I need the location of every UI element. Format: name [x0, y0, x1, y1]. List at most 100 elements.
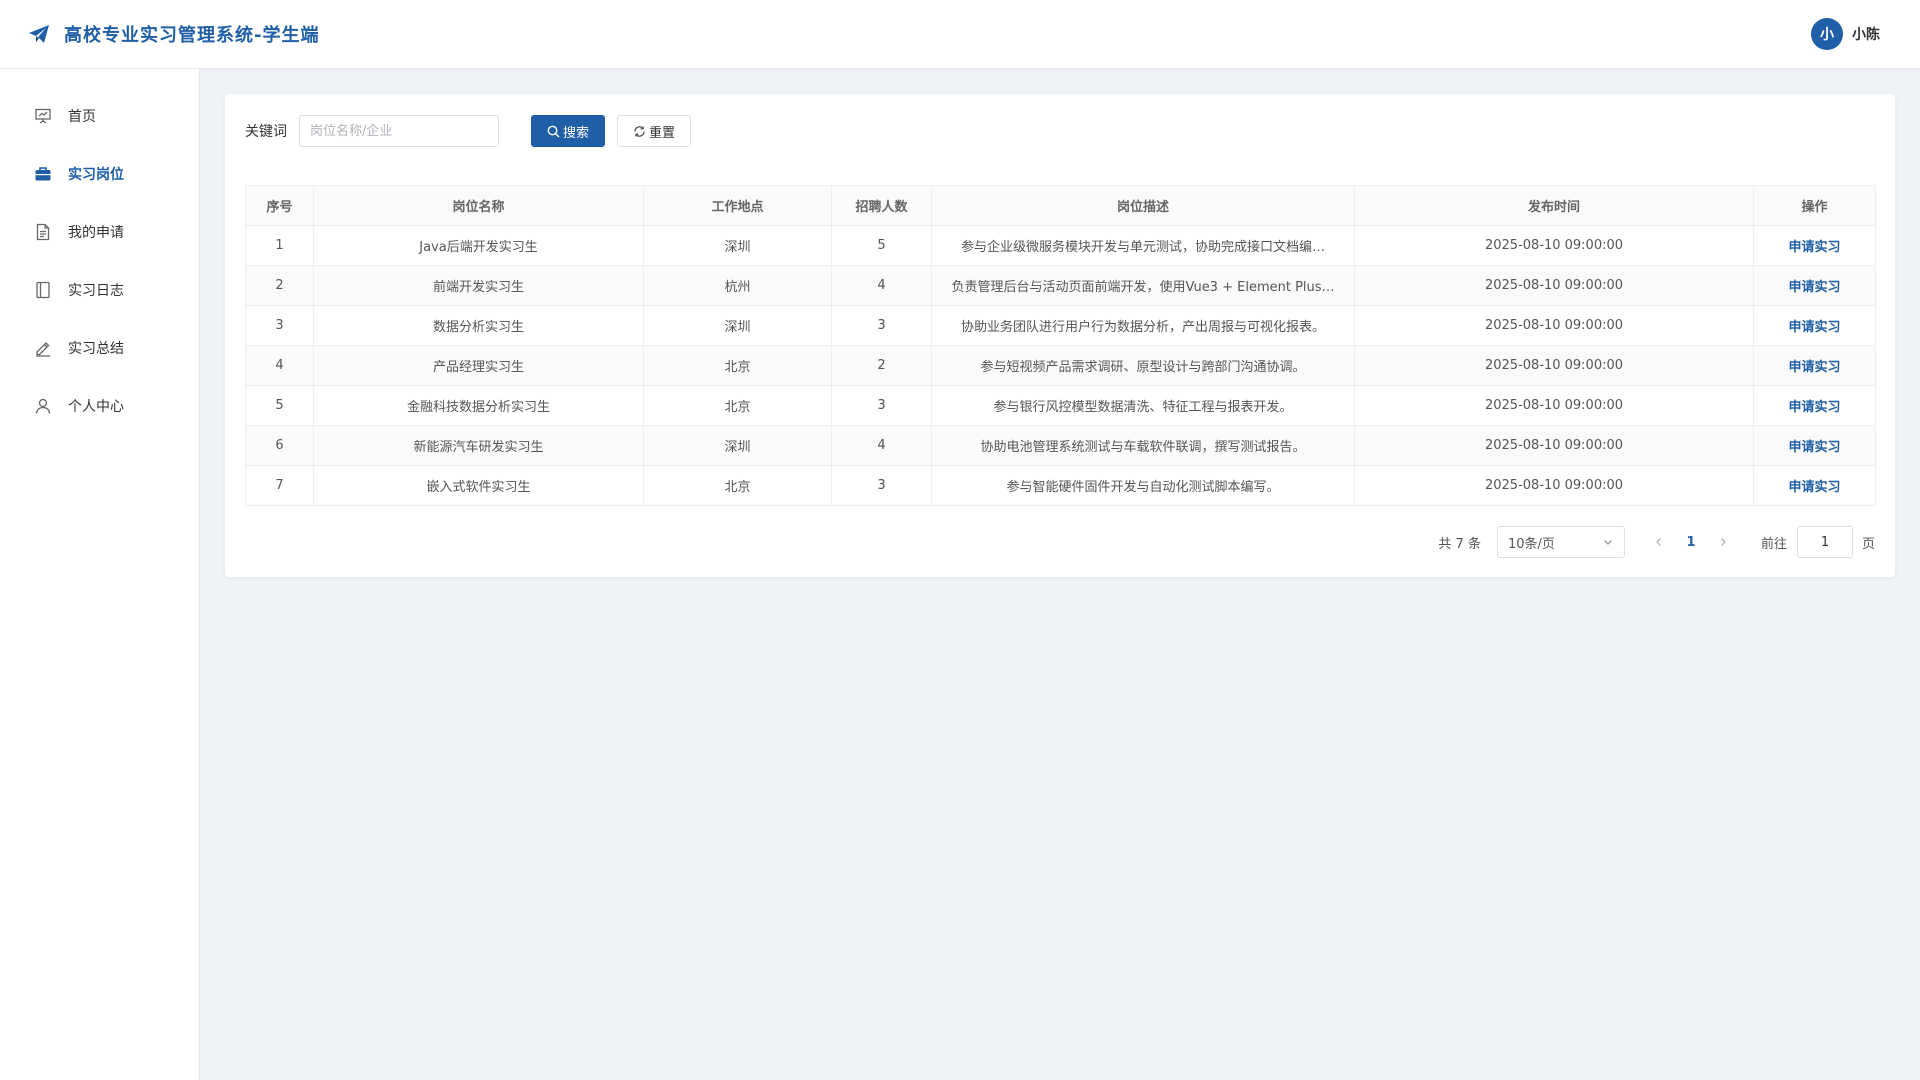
column-header: 工作地点: [643, 185, 832, 226]
next-page-button[interactable]: [1709, 528, 1737, 556]
cell-count: 3: [831, 385, 932, 426]
cell-action: 申请实习: [1753, 465, 1876, 506]
refresh-icon: [634, 125, 645, 137]
column-header: 操作: [1753, 185, 1876, 226]
apply-link[interactable]: 申请实习: [1788, 400, 1840, 415]
sidebar-item-label: 实习总结: [68, 341, 124, 357]
cell-action: 申请实习: [1753, 425, 1876, 466]
cell-count: 4: [831, 425, 932, 466]
cell-time: 2025-08-10 09:00:00: [1354, 345, 1754, 386]
positions-table: 序号 岗位名称 工作地点 招聘人数 岗位描述 发布时间 操作 1 Java后端开…: [245, 185, 1876, 506]
cell-location: 北京: [643, 385, 832, 426]
cell-count: 2: [831, 345, 932, 386]
search-button-label: 搜索: [562, 125, 589, 141]
sidebar: 首页 实习岗位 我的申请 实习日志 实习总结 个人中心: [0, 69, 200, 1080]
cell-name: 新能源汽车研发实习生: [313, 425, 644, 466]
avatar[interactable]: 小: [1811, 18, 1843, 50]
top-header: 高校专业实习管理系统-学生端 小 小陈: [0, 0, 1920, 69]
search-icon: [547, 125, 560, 137]
apply-link[interactable]: 申请实习: [1788, 360, 1840, 375]
cell-count: 5: [831, 225, 932, 266]
cell-no: 6: [245, 425, 314, 466]
cell-time: 2025-08-10 09:00:00: [1354, 465, 1754, 506]
sidebar-item-label: 首页: [68, 109, 96, 125]
keyword-label: 关键词: [245, 124, 287, 140]
cell-name: 数据分析实习生: [313, 305, 644, 346]
cell-name: 前端开发实习生: [313, 265, 644, 306]
apply-link[interactable]: 申请实习: [1788, 320, 1840, 335]
column-header: 发布时间: [1354, 185, 1754, 226]
app-title: 高校专业实习管理系统-学生端: [64, 25, 320, 46]
apply-link[interactable]: 申请实习: [1788, 480, 1840, 495]
cell-location: 深圳: [643, 225, 832, 266]
paper-plane-icon: [26, 21, 52, 47]
table-row: 6 新能源汽车研发实习生 深圳 4 协助电池管理系统测试与车载软件联调，撰写测试…: [245, 425, 1876, 466]
reset-button[interactable]: 重置: [617, 115, 691, 147]
apply-link[interactable]: 申请实习: [1788, 280, 1840, 295]
cell-desc: 协助电池管理系统测试与车载软件联调，撰写测试报告。: [931, 425, 1355, 466]
cell-location: 深圳: [643, 305, 832, 346]
user-name[interactable]: 小陈: [1852, 24, 1880, 44]
cell-no: 4: [245, 345, 314, 386]
cell-name: Java后端开发实习生: [313, 225, 644, 266]
table-row: 1 Java后端开发实习生 深圳 5 参与企业级微服务模块开发与单元测试，协助完…: [245, 225, 1876, 266]
chevron-right-icon: [1721, 538, 1726, 546]
cell-time: 2025-08-10 09:00:00: [1354, 305, 1754, 346]
search-input[interactable]: [299, 115, 499, 147]
cell-action: 申请实习: [1753, 305, 1876, 346]
cell-no: 3: [245, 305, 314, 346]
page-size-select[interactable]: 10条/页: [1496, 526, 1625, 558]
apply-link[interactable]: 申请实习: [1788, 440, 1840, 455]
cell-no: 2: [245, 265, 314, 306]
apply-link[interactable]: 申请实习: [1788, 240, 1840, 255]
cell-location: 北京: [643, 345, 832, 386]
sidebar-item-label: 实习日志: [68, 283, 124, 299]
cell-time: 2025-08-10 09:00:00: [1354, 265, 1754, 306]
goto-page-input[interactable]: [1796, 526, 1853, 558]
search-button[interactable]: 搜索: [531, 115, 605, 147]
column-header: 序号: [245, 185, 314, 226]
cell-name: 金融科技数据分析实习生: [313, 385, 644, 426]
user-menu[interactable]: 小 小陈: [1811, 18, 1880, 50]
column-header: 岗位名称: [313, 185, 644, 226]
column-header: 招聘人数: [831, 185, 932, 226]
cell-action: 申请实习: [1753, 225, 1876, 266]
document-icon: [34, 223, 52, 241]
page-number-current[interactable]: 1: [1673, 535, 1709, 550]
sidebar-item-summary[interactable]: 实习总结: [0, 319, 199, 377]
sidebar-item-logs[interactable]: 实习日志: [0, 261, 199, 319]
sidebar-item-label: 个人中心: [68, 399, 124, 415]
presentation-icon: [34, 107, 52, 125]
chevron-down-icon: [1604, 540, 1612, 545]
notebook-icon: [34, 281, 52, 299]
goto-label: 前往: [1760, 536, 1787, 552]
cell-count: 3: [831, 305, 932, 346]
column-header: 岗位描述: [931, 185, 1355, 226]
sidebar-item-label: 我的申请: [68, 225, 124, 241]
cell-time: 2025-08-10 09:00:00: [1354, 425, 1754, 466]
cell-name: 嵌入式软件实习生: [313, 465, 644, 506]
cell-location: 北京: [643, 465, 832, 506]
cell-location: 深圳: [643, 425, 832, 466]
cell-desc: 参与银行风控模型数据清洗、特征工程与报表开发。: [931, 385, 1355, 426]
sidebar-item-positions[interactable]: 实习岗位: [0, 145, 199, 203]
table-row: 5 金融科技数据分析实习生 北京 3 参与银行风控模型数据清洗、特征工程与报表开…: [245, 385, 1876, 426]
sidebar-item-profile[interactable]: 个人中心: [0, 377, 199, 435]
cell-desc: 参与企业级微服务模块开发与单元测试，协助完成接口文档编…: [931, 225, 1355, 266]
cell-desc: 协助业务团队进行用户行为数据分析，产出周报与可视化报表。: [931, 305, 1355, 346]
cell-desc: 负责管理后台与活动页面前端开发，使用Vue3 + Element Plus…: [931, 265, 1355, 306]
cell-time: 2025-08-10 09:00:00: [1354, 385, 1754, 426]
sidebar-item-label: 实习岗位: [68, 167, 124, 183]
cell-action: 申请实习: [1753, 345, 1876, 386]
sidebar-item-applications[interactable]: 我的申请: [0, 203, 199, 261]
table-row: 4 产品经理实习生 北京 2 参与短视频产品需求调研、原型设计与跨部门沟通协调。…: [245, 345, 1876, 386]
prev-page-button[interactable]: [1645, 528, 1673, 556]
cell-no: 5: [245, 385, 314, 426]
cell-location: 杭州: [643, 265, 832, 306]
positions-card: 关键词 搜索 重置 序号 岗位名称 工作地点 招聘人数 岗位描述 发布时间: [225, 94, 1895, 577]
user-icon: [34, 397, 52, 415]
pagination: 共 7 条 10条/页 1 前往 页: [1438, 526, 1875, 558]
sidebar-item-home[interactable]: 首页: [0, 87, 199, 145]
table-header-row: 序号 岗位名称 工作地点 招聘人数 岗位描述 发布时间 操作: [245, 185, 1876, 226]
cell-desc: 参与智能硬件固件开发与自动化测试脚本编写。: [931, 465, 1355, 506]
